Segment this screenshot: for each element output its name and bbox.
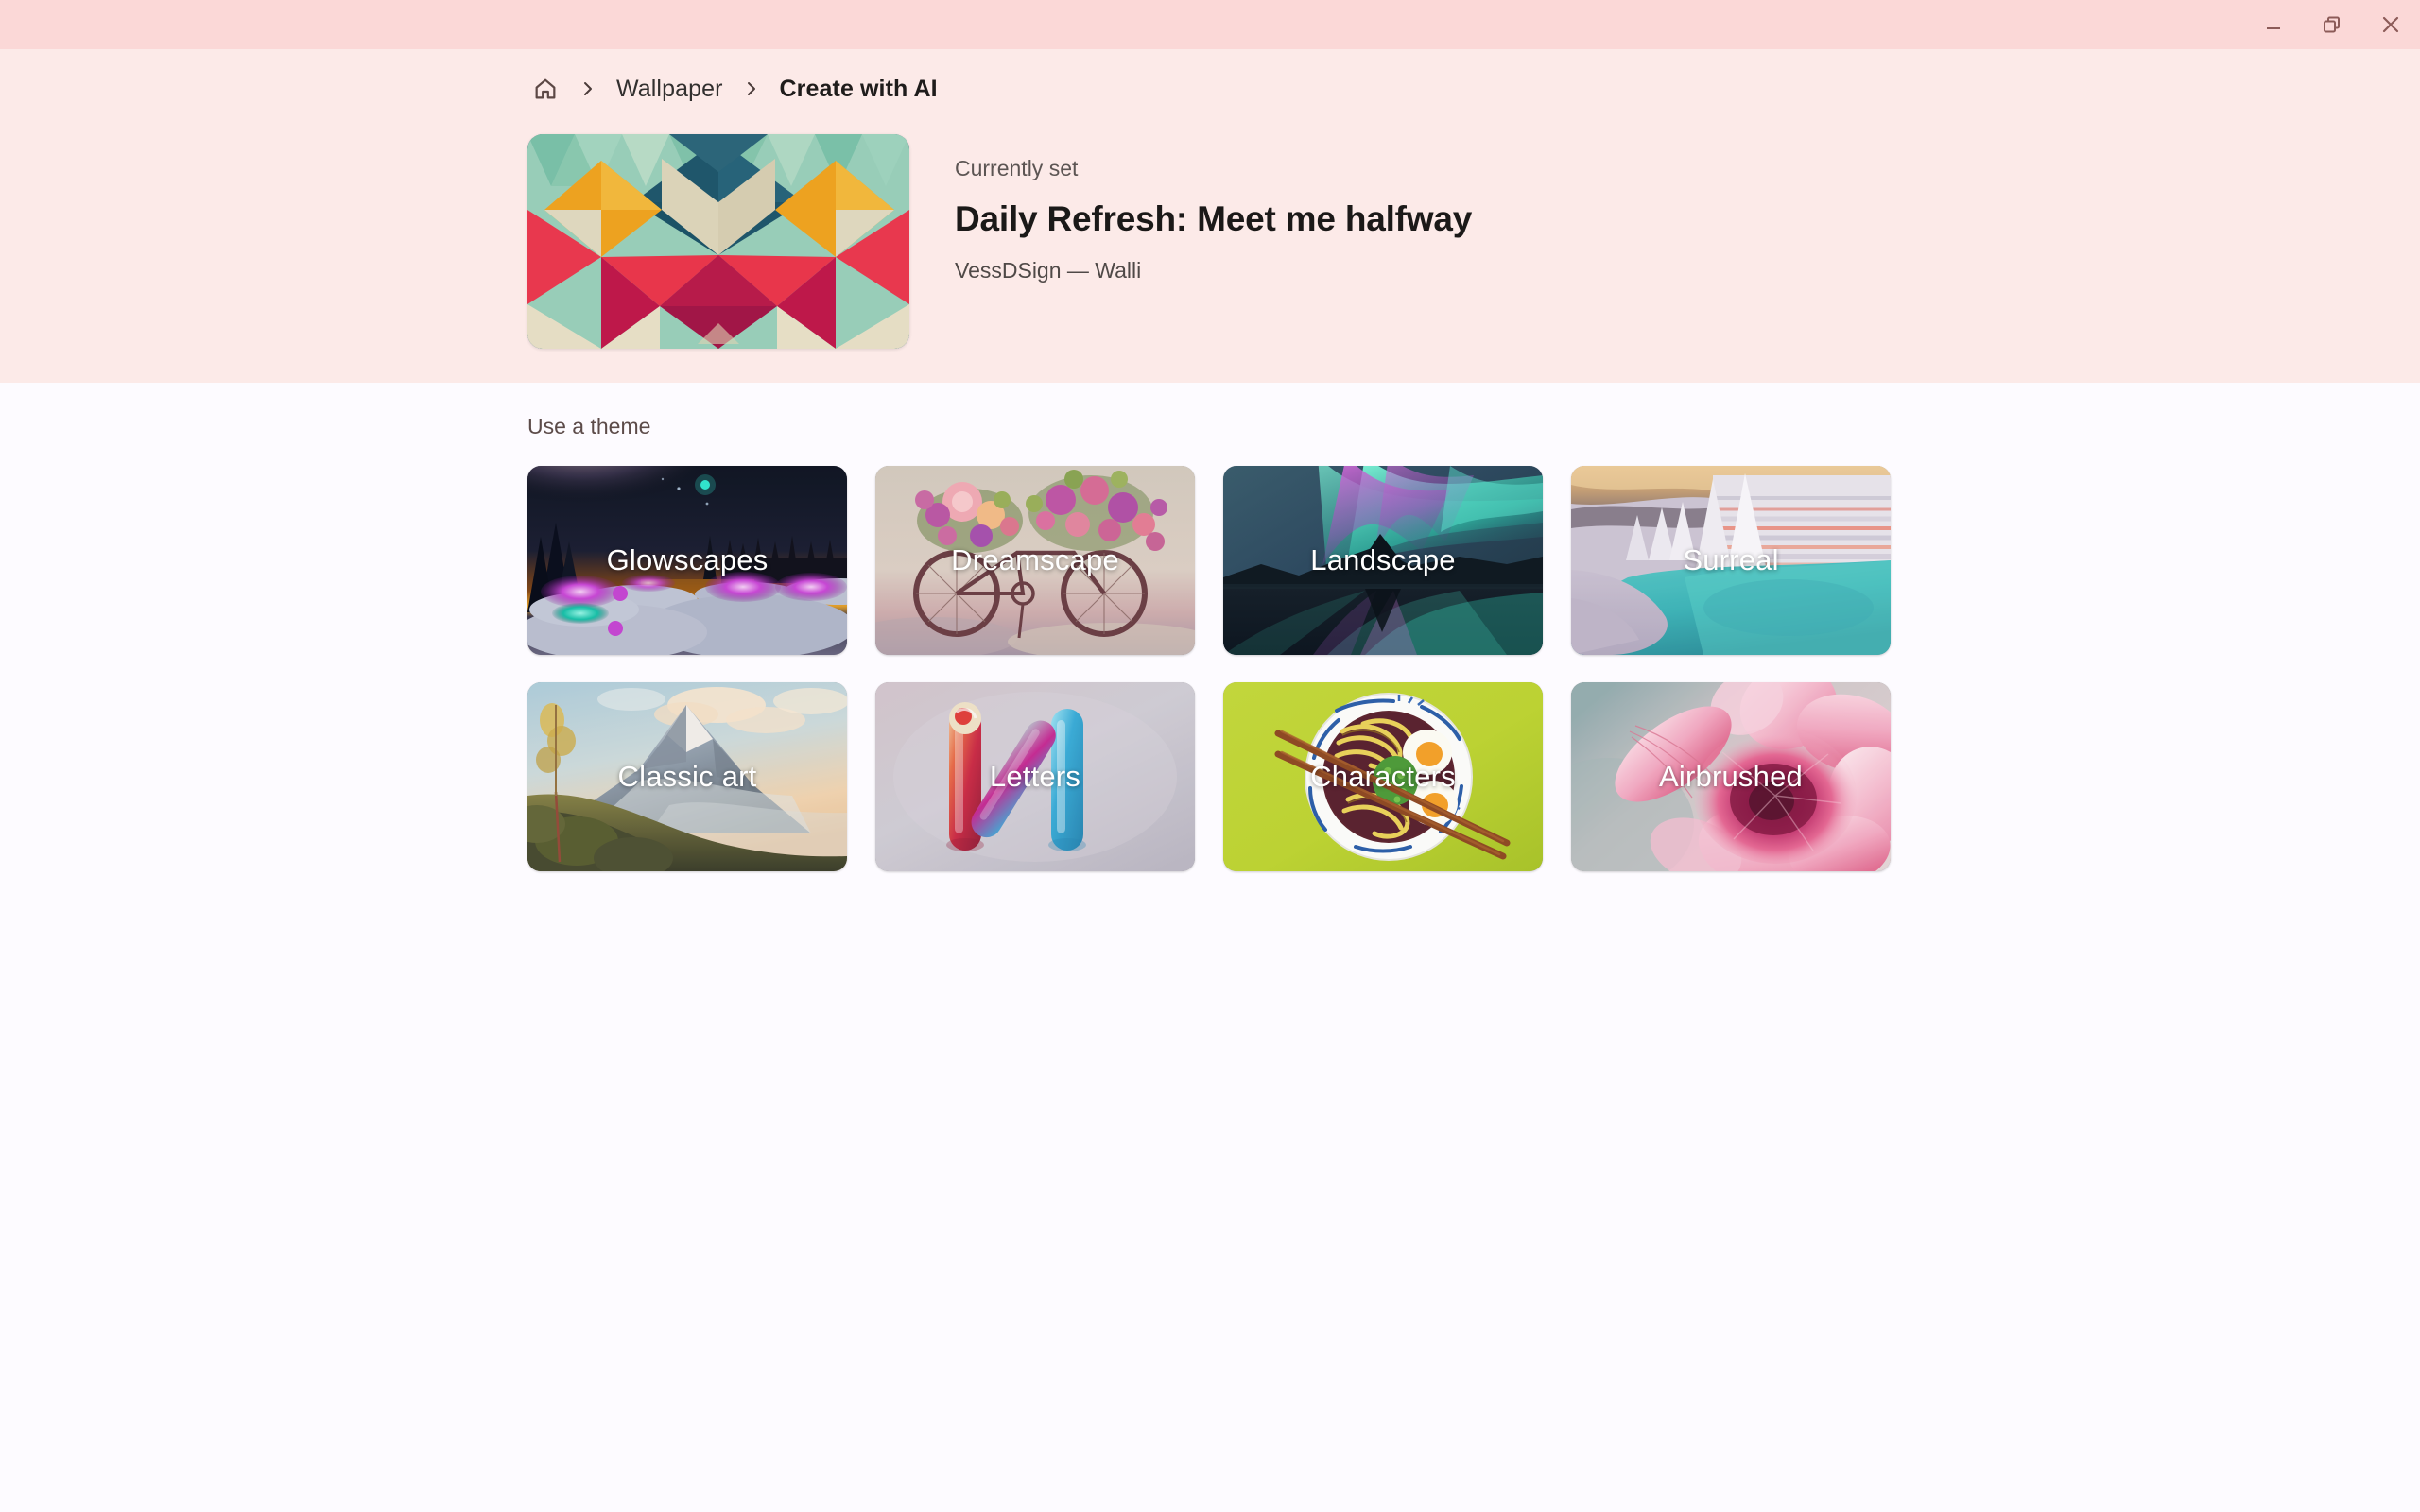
- hero-section: Wallpaper Create with AI Currently set D…: [0, 49, 2420, 383]
- restore-icon: [2324, 16, 2340, 33]
- current-wallpaper-title: Daily Refresh: Meet me halfway: [955, 198, 1473, 238]
- theme-card-airbrushed[interactable]: Airbrushed: [1571, 682, 1891, 871]
- theme-card-landscape[interactable]: Landscape: [1223, 466, 1543, 655]
- geometric-diamond-artwork: [527, 134, 909, 349]
- breadcrumb-item-create-with-ai: Create with AI: [779, 75, 938, 102]
- airbrushed-artwork: [1571, 682, 1891, 871]
- theme-card-surreal[interactable]: Surreal: [1571, 466, 1891, 655]
- currently-set-label: Currently set: [955, 156, 1079, 180]
- close-icon: [2382, 16, 2399, 33]
- minimize-button[interactable]: [2244, 0, 2303, 49]
- theme-card-classic-art[interactable]: Classic art: [527, 682, 847, 871]
- theme-card-glowscapes[interactable]: Glowscapes: [527, 466, 847, 655]
- breadcrumb-item-wallpaper[interactable]: Wallpaper: [613, 76, 727, 103]
- theme-card-dreamscape[interactable]: Dreamscape: [875, 466, 1195, 655]
- classic-art-artwork: [527, 682, 847, 871]
- chevron-right-icon: [747, 82, 755, 95]
- letters-artwork: [875, 682, 1195, 871]
- close-button[interactable]: [2361, 0, 2420, 49]
- restore-button[interactable]: [2303, 0, 2361, 49]
- breadcrumb-separator-icon-2: [727, 71, 776, 107]
- breadcrumb-home-button[interactable]: [527, 71, 563, 107]
- theme-card-letters[interactable]: Letters: [875, 682, 1195, 871]
- home-icon: [535, 78, 556, 99]
- surreal-artwork: [1571, 466, 1891, 655]
- characters-artwork: [1223, 682, 1543, 871]
- breadcrumb-separator-icon: [563, 71, 613, 107]
- glowscapes-artwork: [527, 466, 847, 655]
- theme-card-characters[interactable]: Characters: [1223, 682, 1543, 871]
- chevron-right-icon: [584, 82, 592, 95]
- currently-set-row: Currently set Daily Refresh: Meet me hal…: [527, 134, 1472, 349]
- themes-section: Use a theme Glowscapes Dreamscape Landsc…: [0, 383, 2420, 1512]
- current-wallpaper-meta: Currently set Daily Refresh: Meet me hal…: [955, 134, 1472, 284]
- dreamscape-artwork: [875, 466, 1195, 655]
- theme-grid: Glowscapes Dreamscape Landscape Surreal …: [527, 466, 1891, 871]
- minimize-icon: [2267, 27, 2280, 29]
- breadcrumb: Wallpaper Create with AI: [527, 70, 942, 108]
- use-a-theme-label: Use a theme: [527, 414, 651, 438]
- current-wallpaper-thumbnail[interactable]: [527, 134, 909, 349]
- window-titlebar: [0, 0, 2420, 49]
- current-wallpaper-attribution: VessDSign — Walli: [955, 258, 1142, 284]
- landscape-artwork: [1223, 466, 1543, 655]
